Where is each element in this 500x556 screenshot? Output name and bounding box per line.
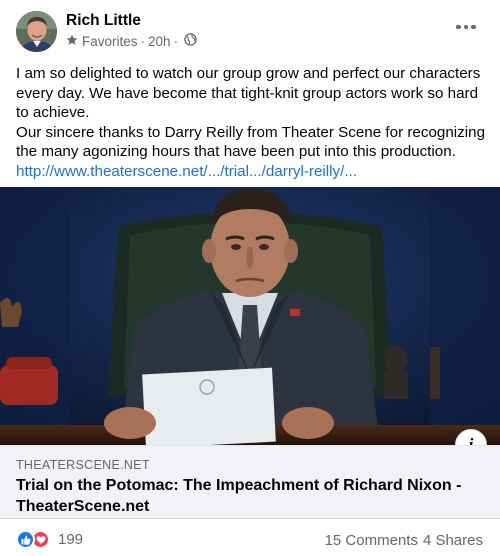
globe-icon[interactable]	[184, 33, 197, 49]
audience-label[interactable]: Favorites	[82, 34, 138, 49]
comments-count[interactable]: 15 Comments	[325, 532, 418, 549]
meta-separator: ·	[140, 33, 146, 49]
facebook-post: Rich Little Favorites · 20h · I am so de…	[0, 0, 500, 556]
author-name[interactable]: Rich Little	[66, 12, 141, 30]
message-paragraph: Our sincere thanks to Darry Reilly from …	[16, 123, 486, 161]
message-link[interactable]: http://www.theaterscene.net/.../trial...…	[16, 163, 357, 180]
post-message: I am so delighted to watch our group gro…	[16, 64, 488, 182]
like-reaction-icon	[16, 530, 35, 549]
reactions-summary[interactable]: 199	[16, 530, 83, 549]
shares-count[interactable]: 4 Shares	[423, 532, 483, 549]
post-header: Rich Little Favorites · 20h ·	[0, 0, 500, 58]
star-icon	[66, 34, 78, 49]
link-preview[interactable]: THEATERSCENE.NET Trial on the Potomac: T…	[0, 445, 500, 518]
post-meta: Favorites · 20h ·	[66, 33, 197, 49]
reaction-count[interactable]: 199	[58, 531, 83, 548]
link-domain: THEATERSCENE.NET	[16, 458, 150, 472]
link-title[interactable]: Trial on the Potomac: The Impeachment of…	[16, 476, 486, 517]
message-paragraph: I am so delighted to watch our group gro…	[16, 65, 481, 122]
link-preview-image[interactable]	[0, 187, 500, 445]
engagement-bar: 199 15 Comments 4 Shares	[0, 518, 500, 556]
engagement-counts: 15 Comments 4 Shares	[325, 532, 483, 549]
author-avatar[interactable]	[16, 11, 57, 52]
meta-separator: ·	[173, 33, 179, 49]
post-time[interactable]: 20h	[148, 34, 171, 49]
more-options-icon[interactable]	[452, 17, 480, 37]
